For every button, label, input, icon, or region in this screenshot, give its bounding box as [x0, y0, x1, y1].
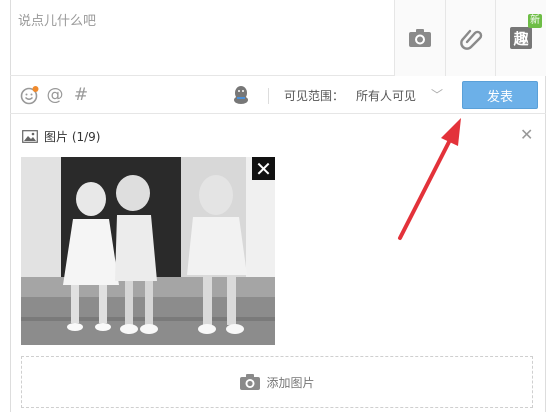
close-image-panel-icon[interactable]: ✕: [520, 127, 533, 143]
compose-placeholder[interactable]: 说点儿什么吧: [18, 10, 96, 29]
toolbar-divider: [268, 88, 269, 104]
emoji-button[interactable]: [20, 85, 40, 105]
publish-button[interactable]: 发表: [462, 81, 538, 109]
emoji-icon: [20, 86, 39, 105]
remove-photo-button[interactable]: ✕: [252, 157, 275, 180]
paperclip-icon: [459, 29, 482, 50]
photo-attach-button[interactable]: [394, 0, 445, 76]
qq-penguin-icon: [234, 86, 248, 104]
hashtag-icon: #: [73, 85, 89, 105]
image-panel-header: 图片 (1/9): [22, 128, 101, 145]
hashtag-button[interactable]: #: [71, 85, 91, 105]
visibility-select[interactable]: 所有人可见: [356, 87, 416, 104]
at-icon: @: [46, 85, 64, 105]
mention-button[interactable]: @: [45, 85, 65, 105]
picture-icon: [22, 130, 38, 143]
compose-toolbar: @ # 可见范围： 所有人可见 ﹀ 发表: [10, 76, 546, 114]
uploaded-photo-thumbnail[interactable]: [21, 157, 275, 345]
file-attach-button[interactable]: [444, 0, 496, 76]
new-badge: 新: [528, 14, 543, 28]
attachment-panel: 趣 新: [394, 0, 546, 76]
close-icon: ✕: [255, 156, 272, 181]
compose-area[interactable]: 说点儿什么吧 趣 新: [10, 0, 546, 76]
fun-icon: 趣: [510, 27, 533, 49]
add-image-button[interactable]: 添加图片: [21, 356, 533, 408]
fun-attach-button[interactable]: 趣 新: [495, 0, 546, 76]
add-image-label: 添加图片: [266, 375, 315, 390]
visibility-label: 可见范围：: [284, 89, 345, 103]
camera-icon: [240, 374, 261, 390]
camera-icon: [408, 29, 431, 47]
image-panel-title: 图片 (1/9): [44, 130, 101, 144]
qq-button[interactable]: [231, 85, 251, 105]
chevron-down-icon[interactable]: ﹀: [431, 86, 443, 103]
